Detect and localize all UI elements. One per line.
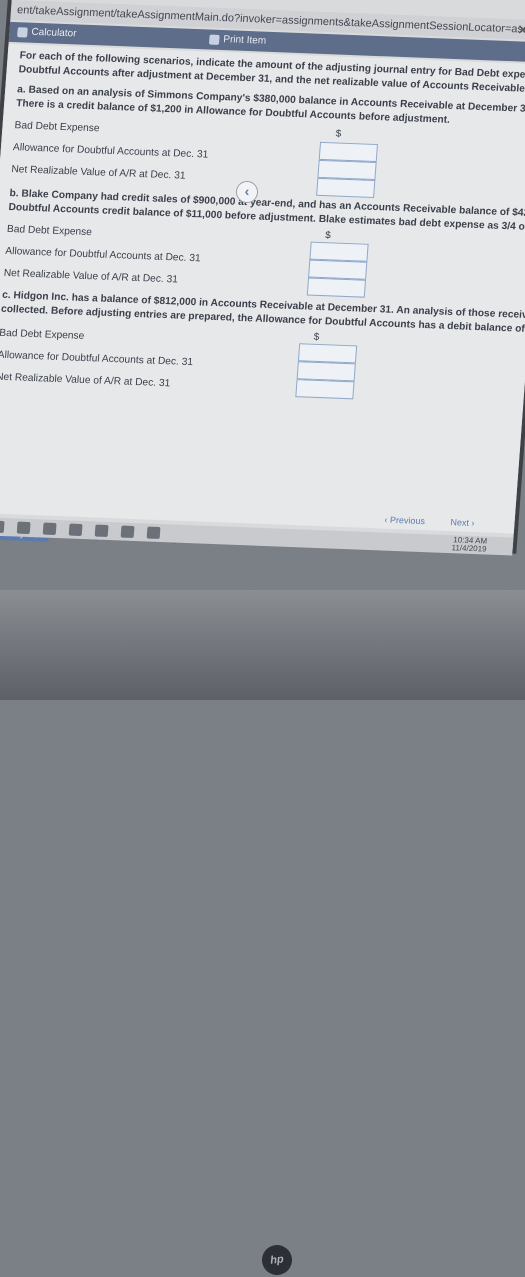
c-bad-debt-label: Bad Debt Expense	[0, 327, 85, 342]
b-nrv-input[interactable]	[306, 277, 367, 298]
dollar-sign: $	[324, 230, 332, 242]
c-nrv-input[interactable]	[295, 379, 355, 400]
clock-date: 11/4/2019	[451, 543, 487, 554]
browser-icon[interactable]	[146, 526, 161, 540]
print-item-button[interactable]: Print Item	[208, 30, 267, 52]
laptop-body: hp	[0, 590, 525, 1277]
close-icon[interactable]: ✕	[516, 19, 525, 39]
print-item-label: Print Item	[222, 34, 267, 47]
previous-label: Previous	[389, 514, 426, 527]
next-label: Next	[450, 517, 470, 528]
hp-logo: hp	[260, 1243, 294, 1277]
dropbox-icon[interactable]	[120, 525, 135, 539]
c-allowance-input[interactable]	[296, 361, 356, 382]
a-allowance-label: Allowance for Doubtful Accounts at Dec. …	[12, 142, 209, 161]
c-nrv-label: Net Realizable Value of A/R at Dec. 31	[0, 371, 171, 390]
chevron-left-icon[interactable]: ‹	[236, 181, 258, 203]
calculator-icon	[17, 27, 28, 38]
dollar-sign: $	[313, 331, 320, 343]
printer-icon	[208, 34, 220, 45]
system-tray-clock[interactable]: 10:34 AM 11/4/2019	[451, 535, 487, 554]
b-bad-debt-input[interactable]	[309, 241, 369, 262]
next-button[interactable]: Next ›	[450, 517, 475, 528]
a-bad-debt-label: Bad Debt Expense	[14, 120, 100, 135]
laptop-screen: ent/takeAssignment/takeAssignmentMain.do…	[0, 0, 525, 556]
calculator-button[interactable]: Calculator	[17, 22, 77, 44]
amazon-icon[interactable]	[94, 524, 109, 538]
a-bad-debt-input[interactable]	[318, 141, 378, 163]
b-allowance-label: Allowance for Doubtful Accounts at Dec. …	[4, 245, 201, 265]
c-allowance-label: Allowance for Doubtful Accounts at Dec. …	[0, 349, 194, 369]
b-allowance-input[interactable]	[308, 259, 368, 280]
c-bad-debt-input[interactable]	[297, 343, 358, 364]
question-content: For each of the following scenarios, ind…	[0, 43, 525, 545]
dollar-sign: $	[335, 128, 342, 140]
file-explorer-icon[interactable]	[42, 522, 57, 536]
windows-start-icon[interactable]	[0, 520, 5, 534]
a-allowance-input[interactable]	[317, 159, 377, 181]
task-view-icon[interactable]	[16, 521, 31, 535]
previous-button[interactable]: ‹ Previous	[384, 515, 425, 527]
calculator-label: Calculator	[31, 26, 77, 40]
a-nrv-label: Net Realizable Value of A/R at Dec. 31	[10, 164, 186, 182]
a-nrv-input[interactable]	[316, 177, 376, 198]
store-icon[interactable]	[68, 523, 83, 537]
b-bad-debt-label: Bad Debt Expense	[6, 223, 93, 239]
b-nrv-label: Net Realizable Value of A/R at Dec. 31	[3, 267, 179, 286]
